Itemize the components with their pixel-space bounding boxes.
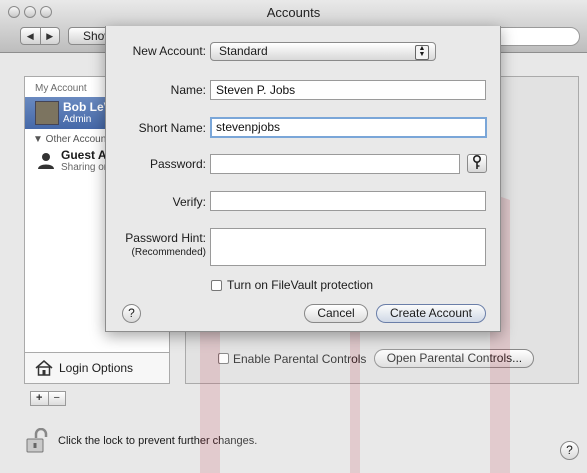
login-options-label: Login Options [59, 361, 134, 375]
password-assistant-button[interactable] [467, 154, 487, 173]
short-name-label: Short Name: [138, 121, 206, 135]
password-label: Password: [149, 157, 206, 171]
account-type-value: Standard [219, 44, 268, 58]
parental-controls-row: Enable Parental Controls Open Parental C… [218, 349, 535, 368]
password-hint-field[interactable] [210, 228, 486, 266]
name-label: Name: [170, 83, 206, 97]
updown-arrows-icon: ▲ ▼ [415, 45, 429, 60]
add-remove-control: + − [30, 391, 66, 406]
window-title: Accounts [266, 5, 321, 20]
create-account-button[interactable]: Create Account [376, 304, 486, 323]
lock-row: Click the lock to prevent further change… [24, 428, 257, 454]
accounts-window: Accounts ◀ ▶ Show All My Account Bob LeV… [0, 0, 587, 473]
remove-account-button[interactable]: − [49, 392, 66, 405]
open-lock-icon[interactable] [24, 428, 50, 454]
short-name-field[interactable]: stevenpjobs [210, 117, 487, 138]
enable-parental-controls-label: Enable Parental Controls [233, 351, 367, 366]
filevault-checkbox[interactable] [211, 279, 222, 291]
new-account-sheet: New Account: Standard ▲ ▼ Name: Steven P.… [105, 26, 501, 332]
sheet-help-button[interactable]: ? [122, 304, 141, 323]
user-avatar [35, 101, 59, 125]
new-account-label: New Account: [132, 44, 206, 58]
enable-parental-controls-checkbox[interactable] [218, 353, 229, 364]
cancel-button[interactable]: Cancel [304, 304, 368, 323]
key-icon [472, 154, 482, 169]
password-hint-label: Password Hint: [125, 231, 206, 245]
account-type-popup[interactable]: Standard ▲ ▼ [210, 42, 436, 61]
password-field[interactable] [210, 154, 460, 174]
password-hint-recommended: (Recommended) [131, 247, 206, 258]
add-account-button[interactable]: + [31, 392, 49, 405]
help-button[interactable]: ? [560, 441, 579, 460]
filevault-label: Turn on FileVault protection [227, 278, 374, 292]
open-parental-controls-button[interactable]: Open Parental Controls... [374, 349, 535, 368]
back-button[interactable]: ◀ [21, 28, 41, 44]
forward-button[interactable]: ▶ [41, 28, 60, 44]
name-field[interactable]: Steven P. Jobs [210, 80, 486, 100]
verify-field[interactable] [210, 191, 486, 211]
lock-message: Click the lock to prevent further change… [58, 435, 258, 447]
person-silhouette-icon [38, 153, 54, 169]
filevault-row: Turn on FileVault protection [211, 278, 373, 292]
house-icon [35, 360, 53, 376]
verify-label: Verify: [172, 195, 206, 209]
back-forward-control: ◀ ▶ [20, 27, 60, 45]
login-options-item[interactable]: Login Options [25, 352, 169, 383]
